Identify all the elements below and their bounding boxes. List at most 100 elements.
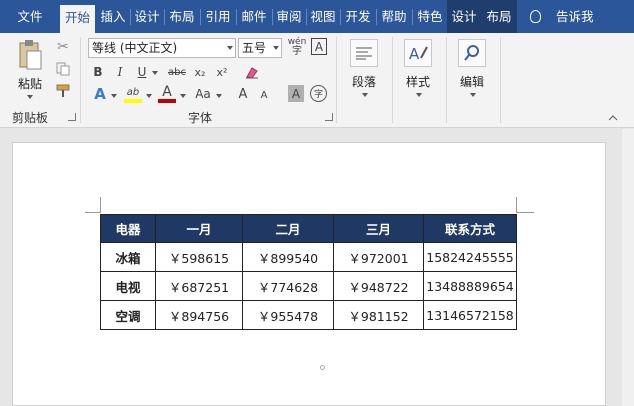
tab-insert[interactable]: 插入: [98, 0, 128, 33]
grow-font-icon[interactable]: A: [236, 85, 250, 103]
tab-home[interactable]: 开始: [60, 5, 95, 33]
table-row: 电视 ￥687251 ￥774628 ￥948722 13488889654: [100, 271, 517, 301]
character-border-icon[interactable]: A: [311, 38, 327, 55]
table-cell[interactable]: 13146572158: [423, 300, 517, 330]
table-cell[interactable]: 空调: [100, 300, 156, 330]
chevron-down-icon[interactable]: [416, 93, 422, 97]
table-cell[interactable]: 13488889654: [423, 271, 517, 301]
text-effects-icon[interactable]: A: [92, 85, 108, 103]
font-launcher-icon[interactable]: [325, 113, 333, 121]
table-row: 空调 ￥894756 ￥955478 ￥981152 13146572158: [100, 300, 517, 330]
font-name-combo[interactable]: 等线 (中文正文): [88, 38, 236, 58]
chevron-down-icon[interactable]: [146, 94, 152, 98]
table-cell[interactable]: ￥894756: [155, 300, 243, 330]
font-color-icon[interactable]: A: [158, 84, 176, 100]
group-divider: [500, 37, 501, 123]
tab-mailings[interactable]: 邮件: [238, 0, 270, 33]
copy-icon[interactable]: [55, 61, 71, 77]
tab-help[interactable]: 帮助: [378, 0, 410, 33]
strikethrough-button[interactable]: abc: [166, 63, 188, 81]
enclose-characters-icon[interactable]: 字: [310, 85, 327, 102]
font-group-label: 字体: [188, 111, 213, 125]
paragraph-button[interactable]: 段落: [344, 73, 384, 90]
tab-design[interactable]: 设计: [132, 0, 162, 33]
clear-formatting-icon[interactable]: [244, 63, 260, 81]
tab-divider: [130, 9, 131, 25]
paragraph-icon[interactable]: [350, 39, 378, 67]
collapse-ribbon-icon[interactable]: [607, 113, 619, 123]
svg-text:A: A: [409, 45, 420, 62]
table-cell[interactable]: 冰箱: [100, 242, 156, 272]
crop-mark: [100, 197, 101, 213]
tab-layout[interactable]: 布局: [166, 0, 198, 33]
group-divider: [80, 37, 81, 123]
table-cell[interactable]: ￥972001: [333, 242, 424, 272]
group-divider: [336, 37, 337, 123]
paste-icon[interactable]: [16, 39, 44, 71]
tab-divider: [200, 9, 201, 25]
table-cell[interactable]: ￥948722: [333, 271, 424, 301]
font-color-swatch: [158, 99, 176, 103]
table-header-cell[interactable]: 一月: [155, 214, 243, 243]
tab-view[interactable]: 视图: [308, 0, 338, 33]
chevron-down-icon[interactable]: [27, 95, 33, 99]
chevron-down-icon[interactable]: [111, 94, 117, 98]
subscript-button[interactable]: x₂: [192, 63, 208, 81]
highlight-icon[interactable]: ab: [124, 85, 142, 99]
table-cell[interactable]: ￥598615: [155, 242, 243, 272]
table-cell[interactable]: ￥955478: [242, 300, 334, 330]
phonetic-guide-icon[interactable]: wén 字: [286, 37, 308, 57]
clipboard-group-label: 剪贴板: [12, 111, 49, 125]
chevron-down-icon[interactable]: [227, 46, 233, 50]
highlight-color-swatch: [124, 99, 142, 103]
italic-button[interactable]: I: [113, 63, 127, 81]
table-cell[interactable]: ￥981152: [333, 300, 424, 330]
chevron-down-icon[interactable]: [470, 93, 476, 97]
tab-table-design[interactable]: 设计: [447, 0, 481, 33]
paste-button[interactable]: 粘贴: [14, 75, 46, 92]
tab-divider: [412, 9, 413, 25]
tab-divider: [164, 9, 165, 25]
cut-icon[interactable]: ✂: [55, 39, 71, 55]
crop-mark: [516, 197, 517, 213]
tab-references[interactable]: 引用: [202, 0, 234, 33]
tab-table-layout[interactable]: 布局: [481, 0, 517, 33]
table-cell[interactable]: ￥899540: [242, 242, 334, 272]
tab-review[interactable]: 审阅: [274, 0, 304, 33]
table-cell[interactable]: ￥687251: [155, 271, 243, 301]
chevron-down-icon[interactable]: [180, 94, 186, 98]
table-cell[interactable]: 15824245555: [423, 242, 517, 272]
group-divider: [392, 37, 393, 123]
table-header-cell[interactable]: 三月: [333, 214, 424, 243]
table-header-cell[interactable]: 电器: [100, 214, 156, 243]
tab-divider: [272, 9, 273, 25]
chevron-down-icon[interactable]: [273, 46, 279, 50]
bold-button[interactable]: B: [91, 63, 105, 81]
styles-icon[interactable]: A: [404, 39, 432, 67]
phonetic-char: 字: [292, 46, 302, 57]
table-header-cell[interactable]: 二月: [242, 214, 334, 243]
chevron-down-icon[interactable]: [152, 71, 158, 75]
tab-developer[interactable]: 开发: [342, 0, 374, 33]
table-header-row: 电器 一月 二月 三月 联系方式: [100, 214, 517, 243]
table-cell[interactable]: ￥774628: [242, 271, 334, 301]
change-case-icon[interactable]: Aa: [192, 85, 214, 103]
tab-featured[interactable]: 特色: [414, 0, 446, 33]
clipboard-launcher-icon[interactable]: [68, 113, 76, 121]
table-header-cell[interactable]: 联系方式: [423, 214, 517, 243]
superscript-button[interactable]: x²: [214, 63, 230, 81]
styles-button[interactable]: 样式: [398, 73, 438, 90]
tell-me-search[interactable]: 告诉我: [556, 0, 594, 33]
format-painter-icon[interactable]: [55, 83, 71, 99]
tab-file[interactable]: 文件: [10, 0, 50, 33]
character-shading-icon[interactable]: A: [288, 85, 304, 102]
shrink-font-icon[interactable]: A: [258, 87, 270, 103]
editing-icon[interactable]: [458, 39, 486, 67]
chevron-down-icon[interactable]: [362, 93, 368, 97]
editing-button[interactable]: 编辑: [452, 73, 492, 90]
table-cell[interactable]: 电视: [100, 271, 156, 301]
vertical-scrollbar[interactable]: [622, 129, 634, 406]
lightbulb-icon: [530, 10, 541, 23]
underline-button[interactable]: U: [135, 63, 149, 81]
chevron-down-icon[interactable]: [216, 94, 222, 98]
